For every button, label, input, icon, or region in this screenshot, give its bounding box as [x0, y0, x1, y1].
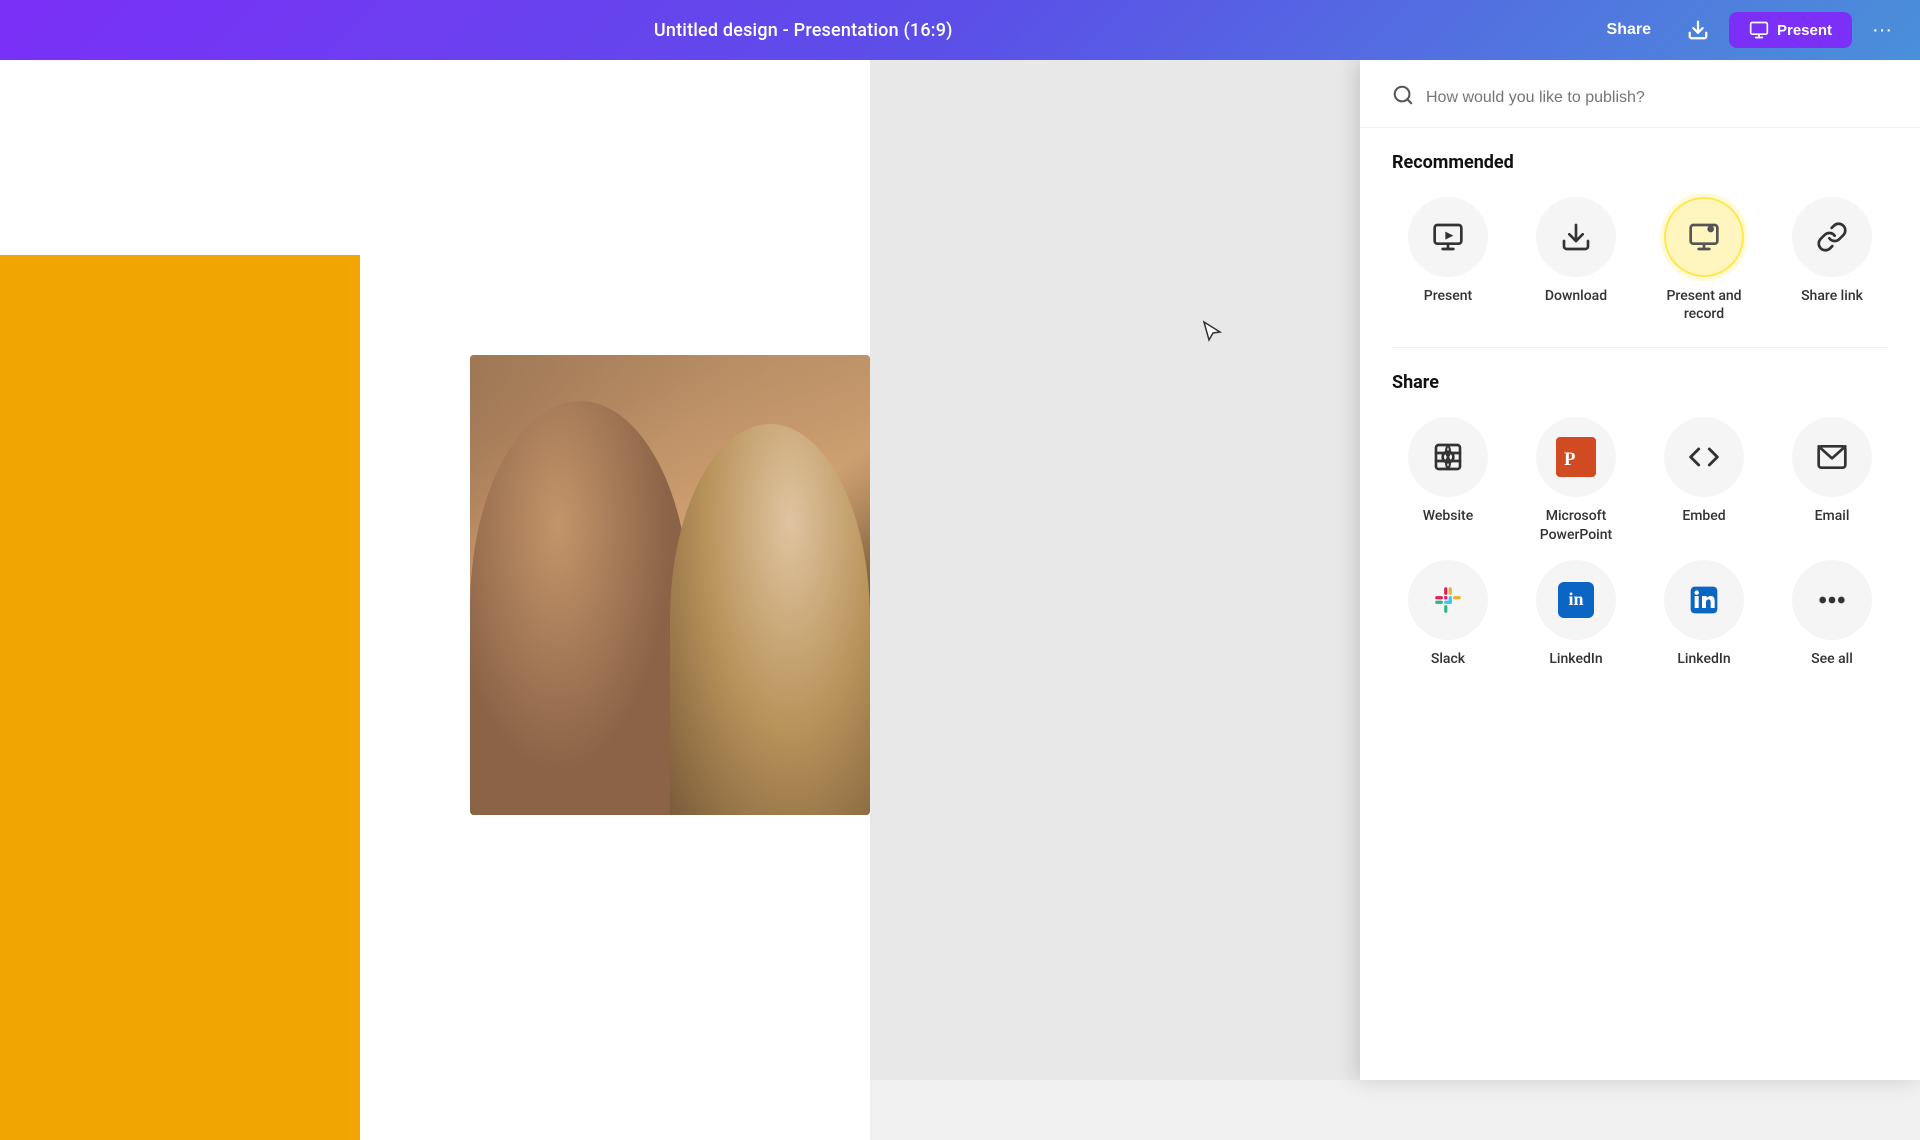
share-link-label: Share link [1801, 287, 1863, 305]
present-record-label: Present and record [1648, 287, 1760, 323]
slide-image [470, 355, 870, 815]
recommended-present-record-item[interactable]: Present and record [1648, 197, 1760, 323]
share-button[interactable]: Share [1591, 13, 1667, 47]
email-label: Email [1815, 507, 1850, 525]
slide-preview [0, 60, 870, 1140]
slide-yellow-block [0, 255, 360, 1140]
powerpoint-icon: P [1556, 437, 1596, 477]
linkedin-label: LinkedIn [1549, 650, 1602, 668]
linkedin2-label: LinkedIn [1677, 650, 1730, 668]
embed-label: Embed [1682, 507, 1725, 525]
linkedin-icon-wrapper: in [1536, 560, 1616, 640]
embed-icon-wrapper [1664, 417, 1744, 497]
present-record-icon-wrapper [1664, 197, 1744, 277]
share-website-item[interactable]: Website [1392, 417, 1504, 543]
share-slack-item[interactable]: Slack [1392, 560, 1504, 668]
header: Untitled design - Presentation (16:9) Sh… [0, 0, 1920, 60]
ppt-svg: P [1560, 441, 1592, 473]
present-button[interactable]: Present [1729, 12, 1852, 48]
see-all-label: See all [1811, 650, 1853, 668]
present-icon-wrapper [1408, 197, 1488, 277]
present-icon [1432, 221, 1464, 253]
share-link-icon [1816, 221, 1848, 253]
share-see-all-item[interactable]: See all [1776, 560, 1888, 668]
share-email-item[interactable]: Email [1776, 417, 1888, 543]
website-icon [1432, 441, 1464, 473]
download-button[interactable] [1675, 11, 1721, 49]
powerpoint-label: Microsoft PowerPoint [1520, 507, 1632, 543]
download-label: Download [1545, 287, 1607, 305]
header-right: Share Present ··· [1591, 11, 1904, 50]
present-label: Present [1424, 287, 1472, 305]
linkedin2-icon [1688, 584, 1720, 616]
search-icon [1392, 84, 1414, 111]
recommended-download-item[interactable]: Download [1520, 197, 1632, 323]
more-dots-icon [1816, 584, 1848, 616]
see-all-icon-wrapper [1792, 560, 1872, 640]
download-header-icon [1687, 19, 1709, 41]
website-label: Website [1423, 507, 1473, 525]
present-record-icon [1688, 221, 1720, 253]
recommended-grid: Present Download [1360, 189, 1920, 347]
website-icon-wrapper [1408, 417, 1488, 497]
people-photo [470, 355, 870, 815]
email-icon [1816, 441, 1848, 473]
recommended-share-link-item[interactable]: Share link [1776, 197, 1888, 323]
download-icon-wrapper [1536, 197, 1616, 277]
present-monitor-icon [1749, 20, 1769, 40]
download-icon [1560, 221, 1592, 253]
share-panel: Recommended Present [1360, 60, 1920, 1080]
share-linkedin2-item[interactable]: LinkedIn [1648, 560, 1760, 668]
publish-search-input[interactable] [1426, 89, 1888, 107]
svg-text:P: P [1564, 449, 1575, 470]
linkedin-icon: in [1558, 582, 1594, 618]
share-embed-item[interactable]: Embed [1648, 417, 1760, 543]
slack-label: Slack [1431, 650, 1465, 668]
share-link-icon-wrapper [1792, 197, 1872, 277]
slack-icon-wrapper [1408, 560, 1488, 640]
email-icon-wrapper [1792, 417, 1872, 497]
search-container [1360, 60, 1920, 128]
share-powerpoint-item[interactable]: P Microsoft PowerPoint [1520, 417, 1632, 543]
recommended-present-item[interactable]: Present [1392, 197, 1504, 323]
share-grid: Website P Microsoft PowerPoint Embed [1360, 409, 1920, 692]
recommended-section-title: Recommended [1360, 128, 1920, 189]
more-options-button[interactable]: ··· [1860, 11, 1904, 50]
header-title: Untitled design - Presentation (16:9) [654, 20, 953, 41]
share-section-title: Share [1360, 348, 1920, 409]
share-linkedin-item[interactable]: in LinkedIn [1520, 560, 1632, 668]
linkedin2-icon-wrapper [1664, 560, 1744, 640]
powerpoint-icon-wrapper: P [1536, 417, 1616, 497]
slack-icon [1432, 584, 1464, 616]
embed-icon [1688, 441, 1720, 473]
